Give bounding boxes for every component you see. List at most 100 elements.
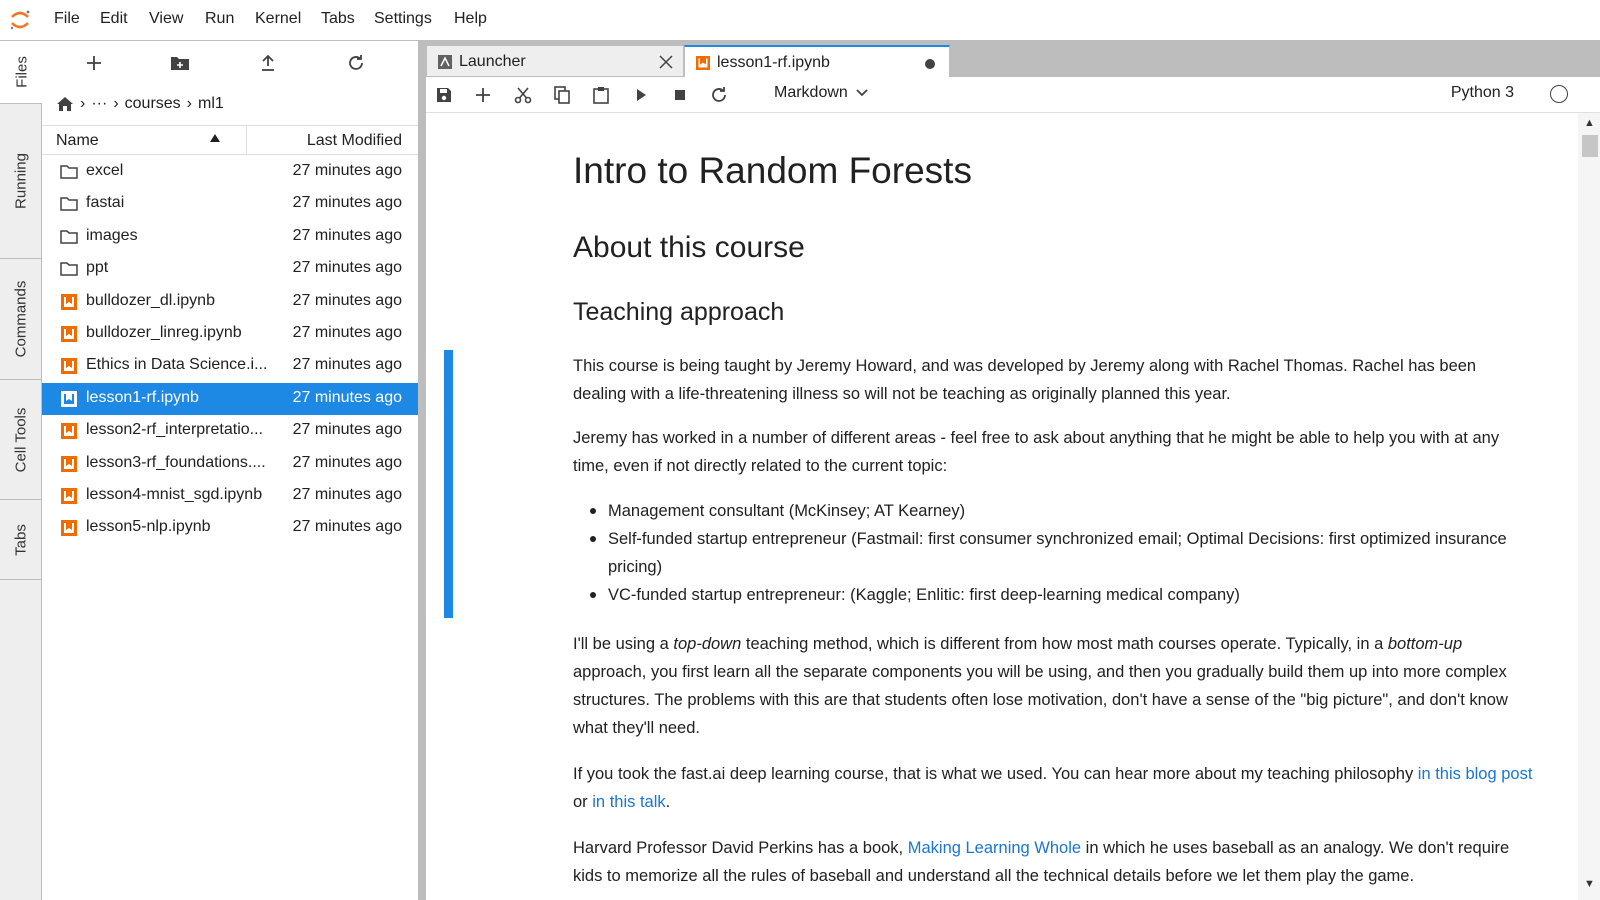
- breadcrumb-courses[interactable]: courses: [125, 95, 181, 113]
- folder-icon: [60, 262, 78, 276]
- tab-lesson1-rf[interactable]: lesson1-rf.ipynb: [684, 45, 950, 77]
- file-name: bulldozer_linreg.ipynb: [86, 323, 242, 341]
- home-icon[interactable]: [56, 96, 74, 112]
- menu-kernel[interactable]: Kernel: [255, 10, 301, 28]
- sidebar-tab-cell-tools[interactable]: Cell Tools: [0, 380, 42, 500]
- file-name: bulldozer_dl.ipynb: [86, 291, 215, 309]
- sidebar-tab-running[interactable]: Running: [0, 104, 42, 259]
- text-span: Harvard Professor David Perkins has a bo…: [573, 839, 908, 857]
- cell-type-dropdown[interactable]: Markdown: [774, 84, 868, 102]
- kernel-name[interactable]: Python 3: [1451, 84, 1514, 102]
- blog-post-link[interactable]: in this blog post: [1418, 765, 1533, 783]
- notebook-icon: [61, 423, 77, 440]
- refresh-icon: [349, 55, 363, 70]
- launcher-icon: [438, 55, 452, 69]
- file-modified: 27 minutes ago: [292, 388, 402, 406]
- save-button[interactable]: [430, 83, 458, 107]
- sidebar-tab-files[interactable]: Files: [0, 41, 43, 104]
- file-row[interactable]: images 27 minutes ago: [42, 221, 418, 253]
- file-row[interactable]: lesson4-mnist_sgd.ipynb 27 minutes ago: [42, 480, 418, 512]
- new-folder-button[interactable]: [163, 49, 197, 77]
- document-tab-bar: Launcher lesson1-rf.ipynb: [426, 41, 1600, 77]
- file-modified: 27 minutes ago: [292, 226, 402, 244]
- file-row[interactable]: Ethics in Data Science.i... 27 minutes ag…: [42, 350, 418, 382]
- file-modified: 27 minutes ago: [292, 194, 402, 212]
- file-modified: 27 minutes ago: [292, 453, 402, 471]
- sidebar-tab-tabs[interactable]: Tabs: [0, 500, 42, 580]
- vertical-scrollbar[interactable]: ▲ ▼: [1578, 113, 1600, 900]
- file-name: fastai: [86, 194, 125, 212]
- file-row[interactable]: lesson1-rf.ipynb 27 minutes ago: [42, 382, 418, 416]
- refresh-button[interactable]: [339, 49, 373, 77]
- notebook-icon: [61, 358, 77, 375]
- sidebar-tab-commands[interactable]: Commands: [0, 259, 42, 380]
- run-cell-button[interactable]: [627, 83, 655, 107]
- cell-type-value: Markdown: [774, 84, 848, 101]
- active-cell-collapser[interactable]: [444, 350, 453, 618]
- file-row[interactable]: ppt 27 minutes ago: [42, 253, 418, 285]
- scroll-down-arrow-icon[interactable]: ▼: [1584, 878, 1595, 890]
- menu-file[interactable]: File: [54, 10, 80, 28]
- close-icon[interactable]: [659, 55, 673, 69]
- tab-launcher[interactable]: Launcher: [426, 45, 684, 77]
- notebook-toolbar: Markdown Python 3: [426, 77, 1600, 113]
- file-row[interactable]: lesson2-rf_interpretatio... 27 minutes ag…: [42, 415, 418, 447]
- sidebar-tab-label: Cell Tools: [12, 407, 30, 472]
- copy-button[interactable]: [548, 83, 576, 107]
- insert-cell-button[interactable]: [469, 83, 497, 107]
- menu-view[interactable]: View: [149, 10, 183, 28]
- scrollbar-thumb[interactable]: [1582, 135, 1598, 157]
- text-span: I'll be using a: [573, 635, 674, 653]
- notebook-icon: [61, 487, 77, 504]
- file-row[interactable]: bulldozer_linreg.ipynb 27 minutes ago: [42, 318, 418, 350]
- column-header-last-modified[interactable]: Last Modified: [307, 132, 402, 150]
- talk-link[interactable]: in this talk: [592, 793, 665, 811]
- file-modified: 27 minutes ago: [292, 259, 402, 277]
- file-name: lesson3-rf_foundations....: [86, 453, 266, 471]
- plus-icon: [87, 56, 101, 70]
- book-link[interactable]: Making Learning Whole: [908, 839, 1081, 857]
- file-row[interactable]: lesson3-rf_foundations.... 27 minutes ago: [42, 448, 418, 480]
- column-divider[interactable]: [246, 126, 247, 154]
- text-span: teaching method, which is different from…: [741, 635, 1388, 653]
- menu-edit[interactable]: Edit: [100, 10, 128, 28]
- restart-kernel-button[interactable]: [705, 83, 733, 107]
- clipboard-icon: [593, 87, 609, 104]
- file-row[interactable]: lesson5-nlp.ipynb 27 minutes ago: [42, 512, 418, 544]
- scroll-up-arrow-icon[interactable]: ▲: [1584, 117, 1595, 129]
- unsaved-indicator-icon[interactable]: [925, 59, 935, 69]
- upload-button[interactable]: [251, 49, 285, 77]
- list-item: VC-funded startup entrepreneur: (Kaggle;…: [590, 581, 1510, 609]
- file-modified: 27 minutes ago: [292, 323, 402, 341]
- breadcrumb-ml1[interactable]: ml1: [198, 95, 224, 113]
- file-name: lesson4-mnist_sgd.ipynb: [86, 485, 263, 503]
- interrupt-kernel-button[interactable]: [666, 83, 694, 107]
- file-row[interactable]: fastai 27 minutes ago: [42, 188, 418, 220]
- panel-splitter[interactable]: [418, 41, 426, 900]
- file-name: ppt: [86, 259, 109, 277]
- list-item: Management consultant (McKinsey; AT Kear…: [590, 497, 1510, 525]
- notebook-icon: [61, 325, 77, 342]
- folder-icon: [60, 165, 78, 179]
- sort-ascending-icon[interactable]: [210, 134, 220, 142]
- file-listing-header: Name Last Modified: [42, 125, 418, 155]
- paste-button[interactable]: [587, 83, 615, 107]
- file-row[interactable]: excel 27 minutes ago: [42, 156, 418, 188]
- text-span: .: [665, 793, 671, 811]
- menu-settings[interactable]: Settings: [374, 10, 432, 28]
- file-name: excel: [86, 162, 124, 179]
- column-header-name[interactable]: Name: [56, 132, 99, 150]
- cut-button[interactable]: [509, 83, 537, 107]
- new-launcher-button[interactable]: [77, 49, 111, 77]
- stop-icon: [675, 90, 685, 100]
- refresh-icon: [712, 87, 726, 102]
- breadcrumb-ellipsis[interactable]: ···: [91, 95, 107, 113]
- emphasis-text: top-down: [673, 635, 742, 653]
- menu-run[interactable]: Run: [205, 10, 234, 28]
- menu-help[interactable]: Help: [454, 10, 487, 28]
- file-modified: 27 minutes ago: [292, 162, 402, 179]
- file-row[interactable]: bulldozer_dl.ipynb 27 minutes ago: [42, 286, 418, 318]
- menu-tabs[interactable]: Tabs: [321, 10, 355, 28]
- notebook-heading-3: Teaching approach: [573, 298, 785, 326]
- play-icon: [637, 89, 646, 101]
